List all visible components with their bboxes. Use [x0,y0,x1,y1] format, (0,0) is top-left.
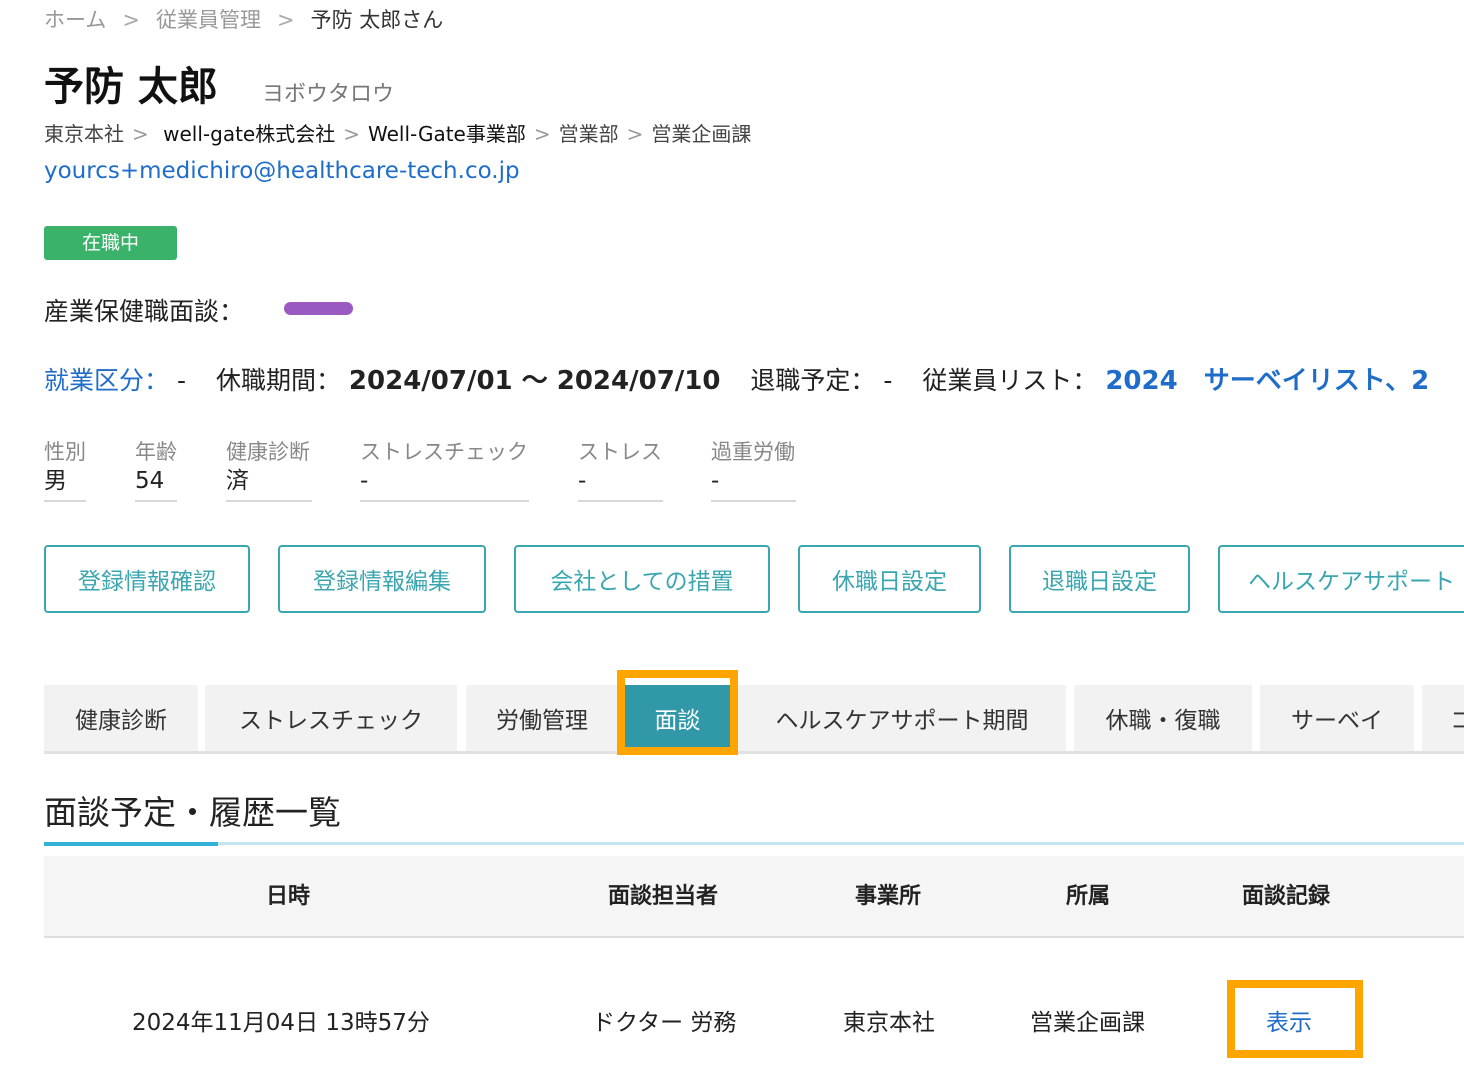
work-category-link[interactable]: 就業区分： [44,366,169,395]
employee-list-label: 従業員リスト： [922,366,1098,395]
row-office: 東京本社 [843,1010,935,1036]
employee-kana: ヨボウタロウ [262,82,395,107]
attr-label: 性別 [44,440,86,464]
column-department: 所属 [1066,884,1111,909]
attr-age: 年齢 54 [135,436,177,502]
attr-label: 過重労働 [711,440,795,464]
section-underline-accent [44,842,218,846]
breadcrumb: ホーム > 従業員管理 > 予防 太郎さん [44,4,443,34]
attr-value: 男 [44,466,86,502]
org-separator-icon: > [533,122,551,146]
breadcrumb-separator-icon: > [276,8,295,32]
attr-label: ストレス [578,440,662,464]
column-datetime: 日時 [266,884,311,909]
tab-healthcare-support-period[interactable]: ヘルスケアサポート期間 [738,685,1066,751]
interview-status-bar [284,302,353,315]
org-separator-icon: > [132,122,149,146]
column-record: 面談記録 [1242,884,1331,909]
company-measures-button[interactable]: 会社としての措置 [514,545,770,613]
leave-period-value: 2024/07/01 ～ 2024/07/10 [348,366,721,396]
work-category-value: - [176,366,186,395]
org-department: 営業部 [558,122,619,146]
attr-overwork: 過重労働 - [711,436,796,502]
edit-registration-button[interactable]: 登録情報編集 [278,545,486,613]
section-underline [44,842,1464,845]
org-office: 東京本社 [44,122,124,146]
tab-leave-return[interactable]: 休職・復職 [1074,685,1252,751]
attr-stress: ストレス - [578,436,663,502]
employment-info-line: 就業区分： - 休職期間： 2024/07/01 ～ 2024/07/10 退職… [44,360,1429,397]
org-separator-icon: > [626,122,644,146]
attr-value: 54 [135,466,177,502]
tab-health-check[interactable]: 健康診断 [44,685,198,751]
employee-email-link[interactable]: yourcs+medichiro@healthcare-tech.co.jp [44,158,520,184]
org-path: 東京本社 > well-gate株式会社 > Well-Gate事業部 > 営業部 > 営業企… [44,118,751,147]
highlight-box-view-link [1227,980,1363,1058]
org-section: 営業企画課 [651,122,752,146]
tab-more[interactable]: コ [1422,685,1464,751]
row-staff: ドクター 労務 [592,1010,737,1036]
tab-labor-management[interactable]: 労働管理 [466,685,618,751]
section-title: 面談予定・履歴一覧 [44,793,341,832]
tab-stress-check[interactable]: ストレスチェック [205,685,457,751]
view-registration-button[interactable]: 登録情報確認 [44,545,250,613]
retire-value: - [883,366,893,395]
attr-gender: 性別 男 [44,436,86,502]
breadcrumb-employees[interactable]: 従業員管理 [156,4,261,34]
employee-name: 予防 太郎 [44,64,218,110]
tabs-divider [44,751,1464,754]
interview-label: 産業保健職面談： [44,297,245,326]
attr-value: - [711,466,796,502]
org-separator-icon: > [343,122,360,146]
attr-value: - [360,466,529,502]
breadcrumb-current: 予防 太郎さん [310,8,444,32]
attr-label: 健康診断 [226,440,310,464]
org-company: well-gate株式会社 [163,122,336,146]
breadcrumb-separator-icon: > [122,8,140,32]
attr-stress-check: ストレスチェック - [360,436,529,502]
row-datetime: 2024年11月04日 13時57分 [132,1010,430,1036]
attr-label: ストレスチェック [360,440,528,464]
column-office: 事業所 [855,884,922,909]
healthcare-support-button[interactable]: ヘルスケアサポート [1218,545,1464,613]
attr-value: - [578,466,663,502]
status-badge: 在職中 [44,226,177,260]
highlight-box-interview-tab [617,670,738,755]
org-division: Well-Gate事業部 [367,122,526,146]
retire-label: 退職予定： [750,366,876,395]
tab-survey[interactable]: サーベイ [1260,685,1414,751]
row-department: 営業企画課 [1030,1010,1145,1036]
breadcrumb-home[interactable]: ホーム [44,4,106,34]
leave-period-label: 休職期間： [215,366,341,395]
retire-date-button[interactable]: 退職日設定 [1009,545,1190,613]
attr-label: 年齢 [135,440,177,464]
column-staff: 面談担当者 [608,884,719,909]
attr-health-check: 健康診断 済 [226,436,312,502]
leave-date-button[interactable]: 休職日設定 [798,545,981,613]
employee-list-value[interactable]: 2024 サーベイリスト、2 [1105,366,1429,396]
attr-value: 済 [226,466,312,502]
